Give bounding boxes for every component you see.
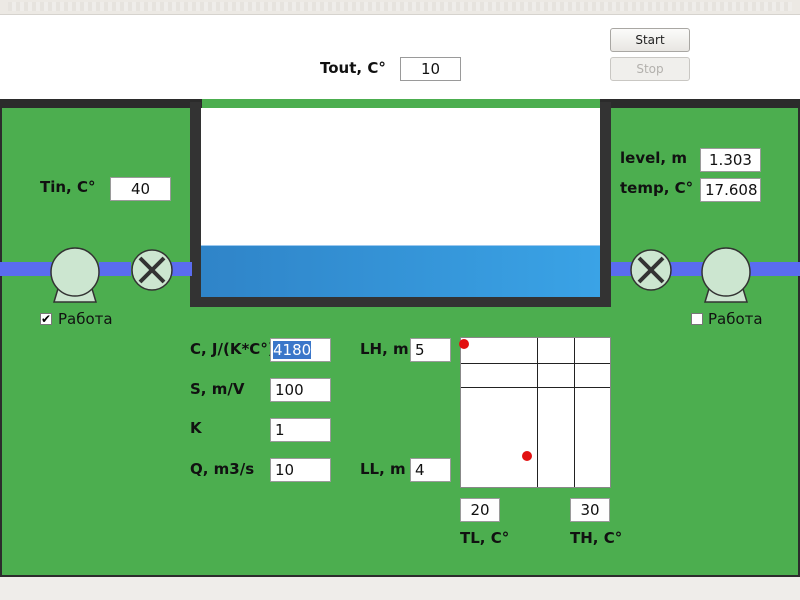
graph-hline-2	[461, 387, 610, 388]
k-input[interactable]: 1	[270, 418, 331, 442]
graph-vline-1	[537, 338, 538, 487]
ll-input[interactable]: 4	[410, 458, 451, 482]
left-rim	[0, 99, 202, 108]
tank-wall-left	[190, 102, 201, 307]
tank-wall-right	[600, 102, 611, 307]
stop-button[interactable]: Stop	[610, 57, 690, 81]
tout-input[interactable]: 10	[400, 57, 461, 81]
outlet-pump-checkbox[interactable]	[691, 313, 703, 325]
graph-marker-2	[522, 451, 532, 461]
inlet-pump-checkbox-label: Работа	[58, 310, 113, 328]
level-label: level, m	[620, 149, 687, 167]
graph-vline-2	[574, 338, 575, 487]
tin-label: Tin, C°	[40, 178, 96, 196]
outlet-pump-icon[interactable]	[697, 246, 755, 306]
q-label: Q, m3/s	[190, 460, 255, 478]
tl-input[interactable]: 20	[460, 498, 500, 522]
window-titlebar	[0, 0, 800, 15]
inlet-pump-checkbox[interactable]: ✔	[40, 313, 52, 325]
c-input[interactable]: 4180	[270, 338, 331, 362]
tl-label: TL, C°	[460, 529, 510, 547]
graph-marker-1	[459, 339, 469, 349]
c-input-value: 4180	[273, 341, 312, 359]
level-temp-graph	[460, 337, 611, 488]
inlet-pipe-left	[0, 262, 52, 276]
status-strip	[0, 578, 800, 600]
tin-input[interactable]: 40	[110, 177, 171, 201]
outlet-pump-checkbox-label: Работа	[708, 310, 763, 328]
temp-label: temp, C°	[620, 179, 694, 197]
tout-label: Tout, C°	[320, 59, 386, 77]
s-label: S, m/V	[190, 380, 245, 398]
right-rim	[600, 99, 800, 108]
start-button[interactable]: Start	[610, 28, 690, 52]
q-input[interactable]: 10	[270, 458, 331, 482]
level-output: 1.303	[700, 148, 761, 172]
lh-label: LH, m	[360, 340, 409, 358]
th-label: TH, C°	[570, 529, 623, 547]
c-label: C, J/(K*C°)	[190, 340, 275, 358]
k-label: K	[190, 419, 202, 437]
s-input[interactable]: 100	[270, 378, 331, 402]
outlet-pipe-right	[750, 262, 800, 276]
th-input[interactable]: 30	[570, 498, 610, 522]
outlet-valve-icon[interactable]	[629, 248, 673, 292]
ll-label: LL, m	[360, 460, 406, 478]
temp-output: 17.608	[700, 178, 761, 202]
lh-input[interactable]: 5	[410, 338, 451, 362]
graph-hline-1	[461, 363, 610, 364]
tank-water	[201, 245, 600, 297]
inlet-valve-icon[interactable]	[130, 248, 174, 292]
titlebar-grip	[8, 2, 792, 11]
inlet-pump-icon[interactable]	[46, 246, 104, 306]
tank-bottom	[190, 297, 611, 307]
